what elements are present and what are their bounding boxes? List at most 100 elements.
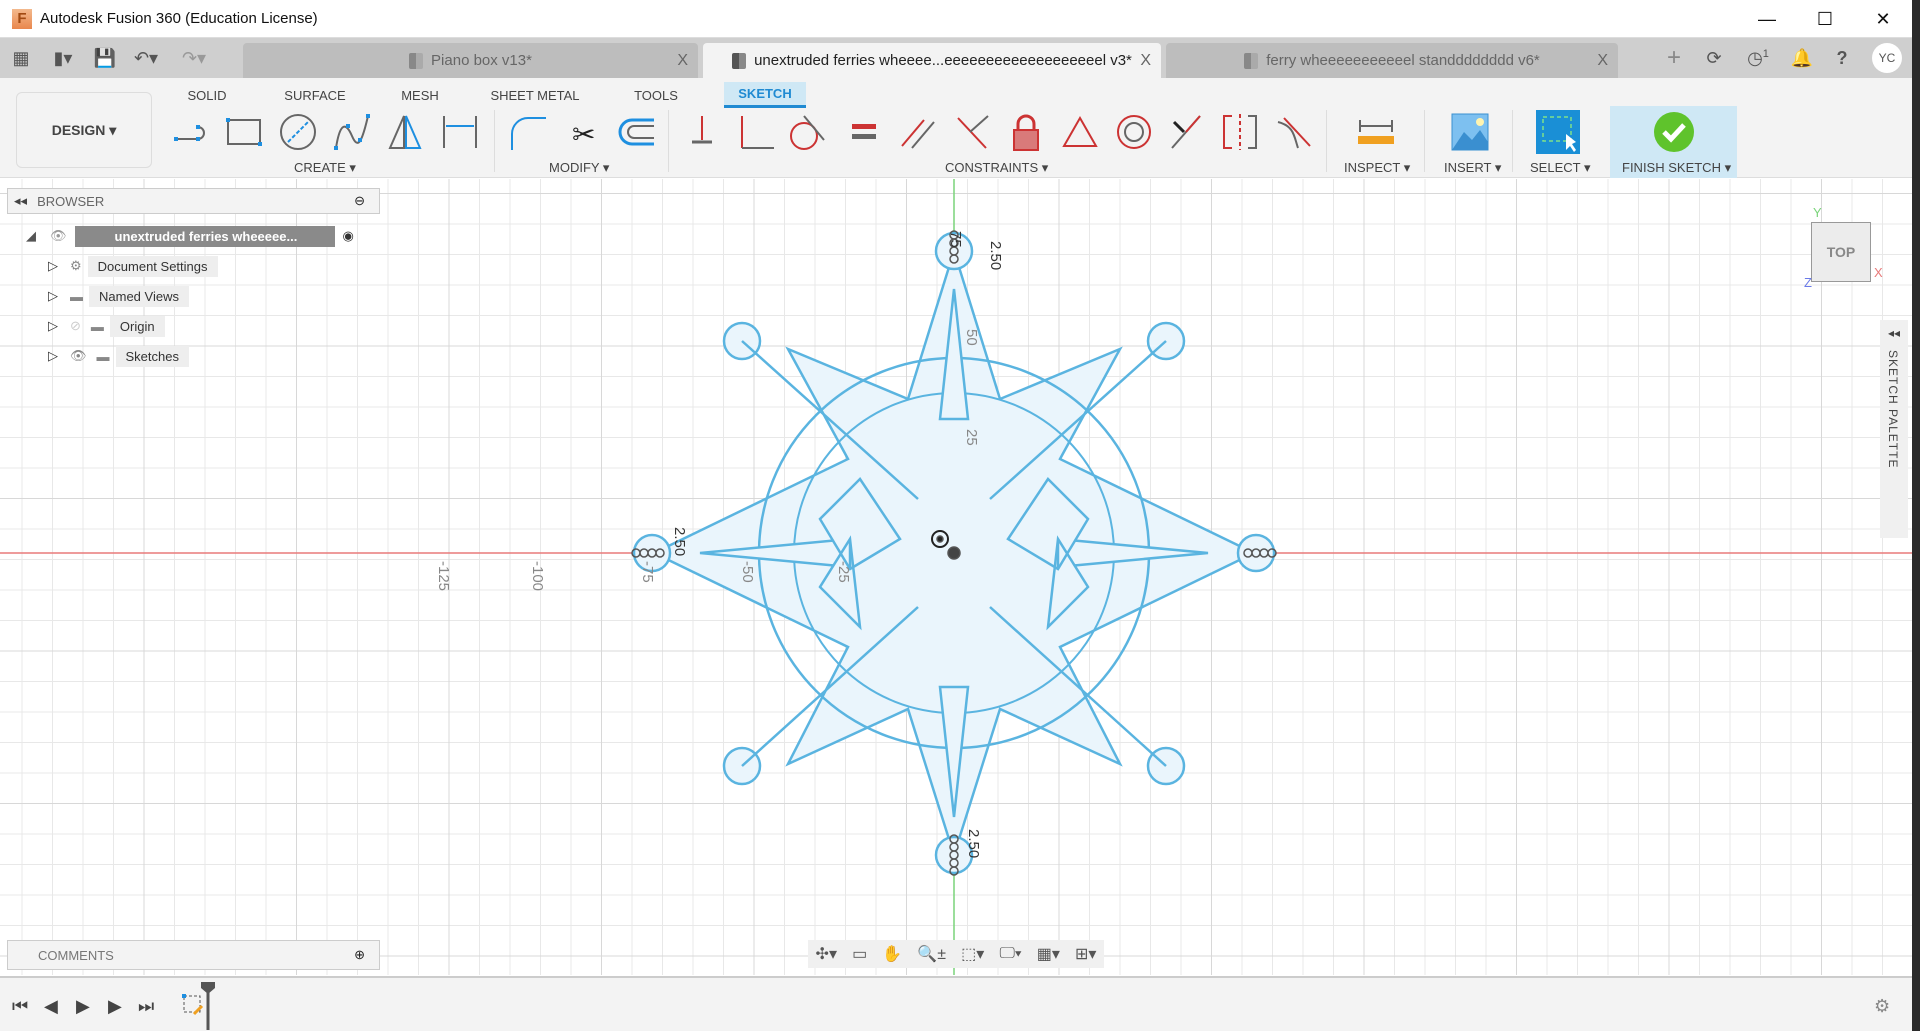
close-tab-icon[interactable]: X bbox=[1140, 52, 1151, 70]
file-menu-button[interactable]: ▮▾ bbox=[38, 38, 88, 78]
job-status-icon[interactable]: ⟳ bbox=[1694, 48, 1734, 69]
expand-triangle-icon[interactable]: ▷ bbox=[48, 258, 58, 274]
tab-sheet-metal[interactable]: SHEET METAL bbox=[490, 82, 580, 108]
browser-item-document-settings[interactable]: ▷ ⚙ Document Settings bbox=[48, 254, 218, 278]
finish-sketch-label[interactable]: FINISH SKETCH ▾ bbox=[1622, 160, 1731, 176]
measure-ruler-icon[interactable] bbox=[1354, 110, 1398, 154]
midpoint-constraint-icon[interactable] bbox=[1164, 110, 1208, 154]
new-tab-button[interactable]: + bbox=[1654, 44, 1694, 72]
app-grid-icon[interactable]: ▦ bbox=[4, 38, 38, 78]
orbit-icon[interactable]: ✣▾ bbox=[816, 944, 837, 964]
triangle-constraint-icon[interactable] bbox=[1058, 110, 1102, 154]
minimize-button[interactable]: — bbox=[1738, 0, 1796, 38]
root-component-label[interactable]: unextruded ferries wheeeee... bbox=[74, 225, 335, 247]
add-comment-icon[interactable]: ⊕ bbox=[354, 947, 365, 963]
modify-group-label[interactable]: MODIFY ▾ bbox=[549, 160, 609, 176]
collapse-browser-icon[interactable]: ◂◂ bbox=[14, 193, 27, 209]
browser-item-named-views[interactable]: ▷ ▬ Named Views bbox=[48, 284, 189, 308]
zoom-icon[interactable]: 🔍± bbox=[917, 944, 946, 964]
go-to-end-button[interactable]: ⏭ bbox=[138, 996, 154, 1017]
grid-settings-icon[interactable]: ▦▾ bbox=[1037, 944, 1060, 964]
expand-triangle-icon[interactable]: ▷ bbox=[48, 348, 58, 364]
dimension-tool-icon[interactable] bbox=[438, 110, 482, 154]
undo-button[interactable]: ↶▾ bbox=[122, 38, 170, 78]
close-tab-icon[interactable]: X bbox=[677, 52, 688, 70]
go-to-start-button[interactable]: ⏮ bbox=[12, 996, 28, 1017]
comments-panel[interactable]: COMMENTS ⊕ bbox=[7, 940, 380, 970]
sketch-palette-tab[interactable]: ◂◂ SKETCH PALETTE bbox=[1880, 320, 1908, 538]
lock-constraint-icon[interactable] bbox=[1004, 110, 1048, 154]
circle-tool-icon[interactable] bbox=[276, 110, 320, 154]
tab-solid[interactable]: SOLID bbox=[182, 82, 232, 108]
perpendicular-constraint-icon[interactable] bbox=[950, 110, 994, 154]
step-back-button[interactable]: ◀ bbox=[44, 996, 58, 1017]
timeline-settings-gear-icon[interactable]: ⚙ bbox=[1874, 996, 1890, 1017]
dimension-label[interactable]: 2.50 bbox=[965, 829, 982, 858]
expand-triangle-icon[interactable]: ▷ bbox=[48, 318, 58, 334]
notifications-bell-icon[interactable]: 🔔 bbox=[1782, 48, 1822, 69]
clock-icon[interactable]: ◷1 bbox=[1734, 48, 1782, 69]
expand-triangle-icon[interactable]: ▷ bbox=[48, 288, 58, 304]
dimension-label[interactable]: 2.50 bbox=[987, 241, 1004, 270]
expand-palette-icon[interactable]: ◂◂ bbox=[1888, 326, 1900, 340]
tab-tools[interactable]: TOOLS bbox=[630, 82, 682, 108]
visibility-eye-icon[interactable]: 👁 bbox=[50, 228, 67, 244]
browser-panel-header[interactable]: ◂◂ BROWSER ⊖ bbox=[7, 188, 380, 214]
mirror-tool-icon[interactable] bbox=[384, 110, 428, 154]
look-at-icon[interactable]: ▭ bbox=[852, 944, 867, 964]
tangent-constraint-icon[interactable] bbox=[786, 110, 830, 154]
insert-group-label[interactable]: INSERT ▾ bbox=[1444, 160, 1501, 176]
finish-sketch-check-icon[interactable] bbox=[1652, 110, 1696, 154]
viewcube[interactable]: TOP bbox=[1811, 222, 1871, 282]
dimension-label[interactable]: 2.50 bbox=[671, 527, 688, 556]
doc-tab-piano-box[interactable]: Piano box v13* X bbox=[243, 43, 698, 78]
concentric-constraint-icon[interactable] bbox=[1112, 110, 1156, 154]
collapse-triangle-icon[interactable]: ◢ bbox=[26, 228, 36, 244]
display-settings-icon[interactable]: 🖵▾ bbox=[999, 945, 1021, 963]
hidden-eye-icon[interactable]: ⊘ bbox=[70, 318, 81, 334]
activate-radio-icon[interactable]: ◉ bbox=[343, 228, 354, 244]
tab-surface[interactable]: SURFACE bbox=[280, 82, 350, 108]
select-group-label[interactable]: SELECT ▾ bbox=[1530, 160, 1590, 176]
browser-item-origin[interactable]: ▷ ⊘ ▬ Origin bbox=[48, 314, 165, 338]
browser-root-row[interactable]: ◢ 👁 unextruded ferries wheeeee... ◉ bbox=[26, 224, 354, 248]
save-icon[interactable]: 💾 bbox=[88, 38, 122, 78]
equal-constraint-icon[interactable] bbox=[842, 110, 886, 154]
parallel-constraint-icon[interactable] bbox=[896, 110, 940, 154]
close-tab-icon[interactable]: X bbox=[1597, 52, 1608, 70]
inspect-group-label[interactable]: INSPECT ▾ bbox=[1344, 160, 1410, 176]
rectangle-tool-icon[interactable] bbox=[222, 110, 266, 154]
spline-tool-icon[interactable] bbox=[330, 110, 374, 154]
offset-tool-icon[interactable] bbox=[614, 110, 658, 154]
constraints-group-label[interactable]: CONSTRAINTS ▾ bbox=[945, 160, 1048, 176]
close-button[interactable]: ✕ bbox=[1854, 0, 1912, 38]
play-button[interactable]: ▶ bbox=[76, 996, 90, 1017]
create-group-label[interactable]: CREATE ▾ bbox=[294, 160, 356, 176]
visibility-eye-icon[interactable]: 👁 bbox=[70, 348, 87, 364]
browser-item-sketches[interactable]: ▷ 👁 ▬ Sketches bbox=[48, 344, 189, 368]
timeline-marker[interactable] bbox=[200, 982, 216, 1030]
insert-image-icon[interactable] bbox=[1448, 110, 1492, 154]
redo-button[interactable]: ↷▾ bbox=[170, 38, 218, 78]
doc-tab-ferry-wheel-stand[interactable]: ferry wheeeeeeeeeeel standddddddd v6* X bbox=[1166, 43, 1618, 78]
fix-constraint-icon[interactable] bbox=[680, 110, 724, 154]
workspace-switcher[interactable]: DESIGN ▾ bbox=[16, 92, 152, 168]
sketch-canvas[interactable]: -125 -100 -75 -50 -25 50 25 2.50 2.50 2.… bbox=[0, 179, 1912, 975]
dimension-label[interactable]: 75 bbox=[947, 231, 964, 248]
maximize-button[interactable]: ☐ bbox=[1796, 0, 1854, 38]
pan-hand-icon[interactable]: ✋ bbox=[882, 944, 902, 964]
coincident-constraint-icon[interactable] bbox=[734, 110, 778, 154]
help-icon[interactable]: ? bbox=[1822, 48, 1862, 69]
line-tool-icon[interactable] bbox=[170, 110, 214, 154]
curvature-constraint-icon[interactable] bbox=[1272, 110, 1316, 154]
tab-mesh[interactable]: MESH bbox=[398, 82, 442, 108]
select-window-icon[interactable] bbox=[1536, 110, 1580, 154]
fillet-tool-icon[interactable] bbox=[506, 110, 550, 154]
doc-tab-unextruded-ferries[interactable]: unextruded ferries wheeee...eeeeeeeeeeee… bbox=[703, 43, 1161, 78]
tab-sketch[interactable]: SKETCH bbox=[724, 82, 806, 108]
zoom-window-icon[interactable]: ⬚▾ bbox=[961, 944, 984, 964]
trim-scissors-icon[interactable]: ✂ bbox=[562, 110, 606, 154]
minus-circle-icon[interactable]: ⊖ bbox=[354, 193, 365, 209]
viewports-icon[interactable]: ⊞▾ bbox=[1075, 944, 1096, 964]
symmetry-constraint-icon[interactable] bbox=[1218, 110, 1262, 154]
